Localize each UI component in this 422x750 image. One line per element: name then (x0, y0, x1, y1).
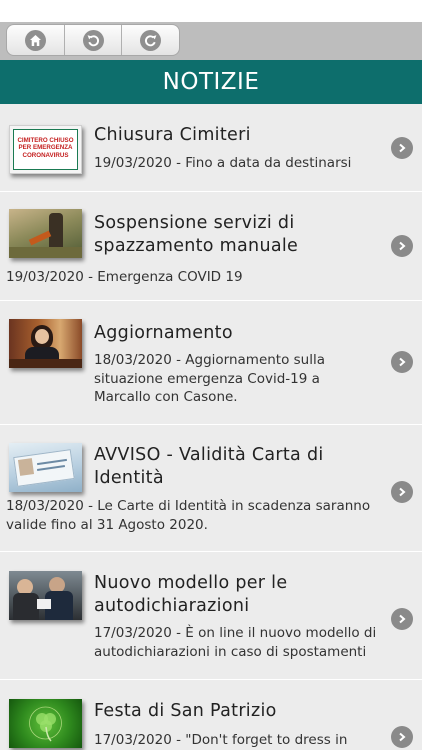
home-button[interactable] (7, 25, 65, 55)
news-item[interactable]: Nuovo modello per le autodichiarazioni 1… (0, 552, 422, 680)
home-icon (24, 29, 46, 51)
chevron-right-icon[interactable] (391, 726, 413, 748)
chevron-right-icon[interactable] (391, 481, 413, 503)
toolbar (0, 22, 422, 60)
chevron-right-icon[interactable] (391, 351, 413, 373)
sign-line: CIMITERO CHIUSO (17, 137, 74, 144)
back-button[interactable] (65, 25, 123, 55)
back-icon (82, 29, 104, 51)
news-item[interactable]: AVVISO - Validità Carta di Identità 18/0… (0, 425, 422, 552)
shamrock-thumbnail (9, 699, 82, 748)
status-bar (0, 0, 422, 22)
police-check-thumbnail (9, 571, 82, 620)
news-title: Sospensione servizi di spazzamento manua… (94, 213, 299, 256)
street-sweeper-thumbnail (9, 209, 82, 258)
news-title: Festa di San Patrizio (94, 701, 277, 721)
news-date: 19/03/2020 - Emergenza COVID 19 (6, 269, 243, 285)
chevron-right-icon[interactable] (391, 137, 413, 159)
sign-line: PER EMERGENZA (18, 144, 73, 152)
news-title: Aggiornamento (94, 323, 233, 343)
news-date: 19/03/2020 - Fino a data da destinarsi (94, 155, 352, 171)
sign-thumbnail: CIMITERO CHIUSO PER EMERGENZA CORONAVIRU… (9, 125, 82, 174)
news-date: 17/03/2020 - È on line il nuovo modello … (94, 625, 377, 660)
news-title: Nuovo modello per le autodichiarazioni (94, 573, 288, 616)
news-item[interactable]: Festa di San Patrizio 17/03/2020 - "Don'… (0, 680, 422, 750)
news-item[interactable]: CIMITERO CHIUSO PER EMERGENZA CORONAVIRU… (0, 104, 422, 192)
news-date: 17/03/2020 - "Don't forget to dress in (94, 732, 348, 748)
news-list: CIMITERO CHIUSO PER EMERGENZA CORONAVIRU… (0, 104, 422, 750)
page-title: NOTIZIE (162, 69, 260, 95)
news-item[interactable]: Aggiornamento 18/03/2020 - Aggiornamento… (0, 301, 422, 425)
sign-line: CORONAVIRUS (22, 151, 69, 159)
news-item[interactable]: Sospensione servizi di spazzamento manua… (0, 192, 422, 301)
mayor-photo-thumbnail (9, 319, 82, 368)
news-title: Chiusura Cimiteri (94, 125, 251, 145)
id-card-thumbnail (9, 443, 82, 492)
refresh-button[interactable] (122, 25, 179, 55)
toolbar-button-group (6, 24, 180, 56)
refresh-icon (140, 29, 162, 51)
news-date: 18/03/2020 - Le Carte di Identità in sca… (6, 498, 371, 533)
news-title: AVVISO - Validità Carta di Identità (94, 445, 324, 488)
news-date: 18/03/2020 - Aggiornamento sulla situazi… (94, 352, 326, 405)
chevron-right-icon[interactable] (391, 235, 413, 257)
chevron-right-icon[interactable] (391, 608, 413, 630)
page-header: NOTIZIE (0, 60, 422, 104)
